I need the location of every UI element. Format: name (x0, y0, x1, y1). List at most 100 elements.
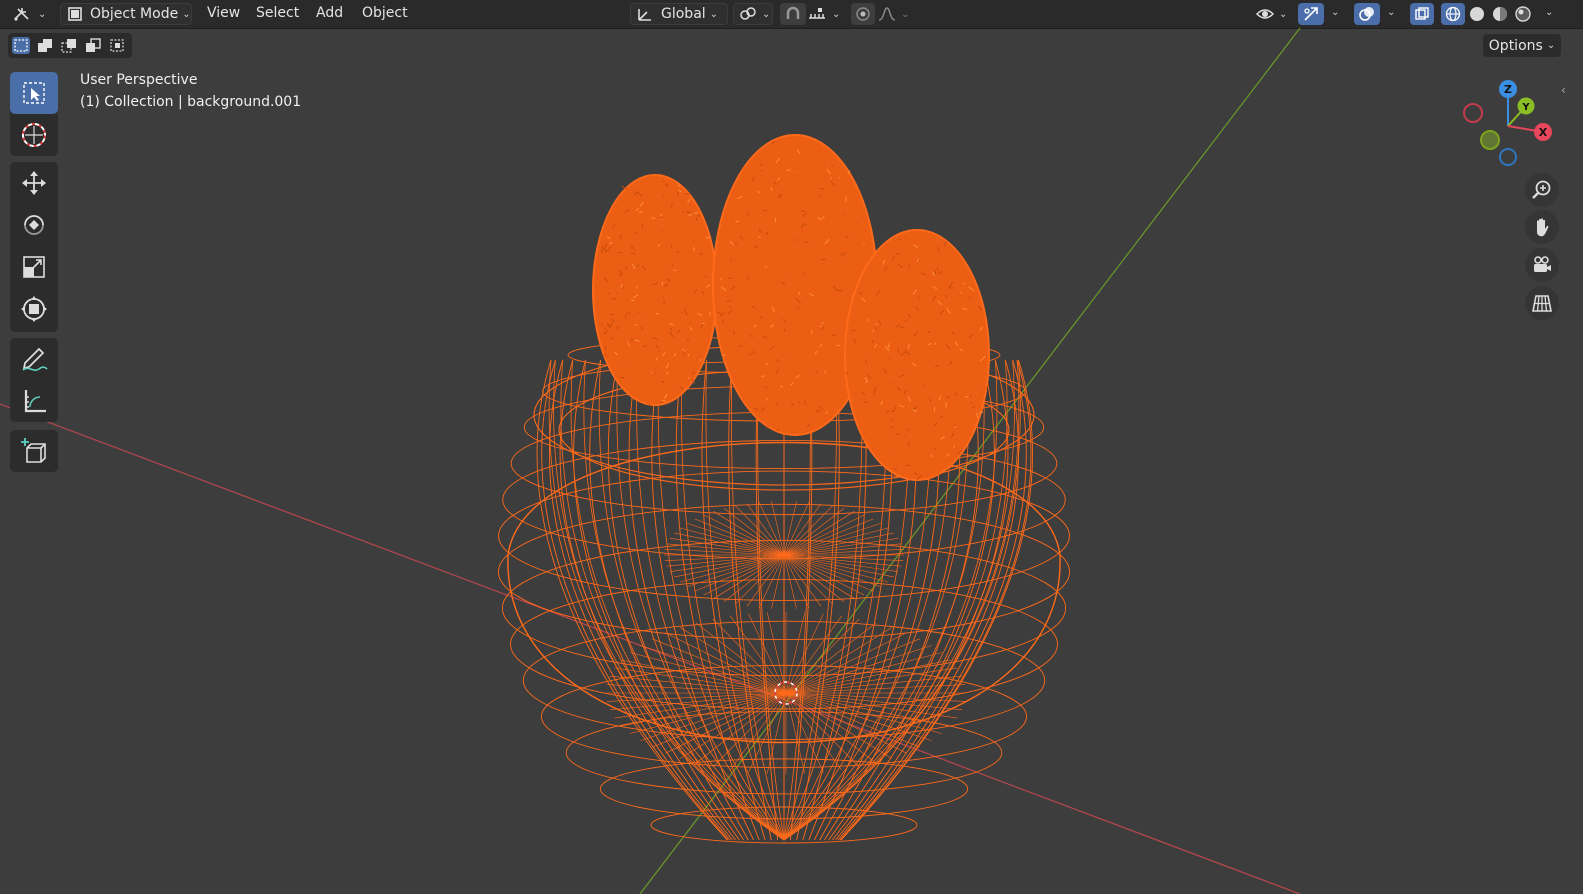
menu-view[interactable]: View (207, 5, 240, 21)
eye-icon (1255, 5, 1275, 23)
editor-type-selector[interactable]: ⌄ (12, 3, 52, 25)
gizmo-neg-y-icon (1481, 131, 1499, 149)
shading-rendered-button[interactable] (1512, 3, 1534, 25)
toolbar-group-transform (10, 162, 58, 332)
measure-icon (20, 387, 48, 415)
zoom-button[interactable] (1525, 173, 1559, 207)
mode-selector[interactable]: Object Mode ⌄ (60, 3, 192, 25)
chevron-down-icon: ⌄ (182, 9, 190, 20)
annotate-icon (19, 345, 49, 373)
select-intersect-icon[interactable] (108, 37, 126, 54)
menu-add[interactable]: Add (316, 5, 343, 21)
svg-text:X: X (1539, 126, 1548, 139)
rotate-tool[interactable] (10, 204, 58, 246)
chevron-down-icon: ⌄ (1279, 9, 1287, 20)
chevron-down-icon: ⌄ (1547, 40, 1555, 51)
transform-icon (20, 295, 48, 323)
transform-orientation-dropdown[interactable]: Global ⌄ (630, 3, 728, 25)
perspective-label: User Perspective (80, 72, 197, 88)
options-label: Options (1489, 38, 1543, 54)
proportional-edit-icon (854, 5, 872, 23)
svg-text:Z: Z (1504, 83, 1512, 96)
magnet-icon (784, 5, 802, 23)
select-extend-icon[interactable] (36, 37, 54, 54)
camera-icon (1531, 254, 1553, 276)
orientation-label: Global (661, 6, 706, 22)
object-mode-icon (65, 5, 85, 23)
solid-sphere-icon (1469, 6, 1485, 22)
falloff-curve-icon (877, 5, 897, 23)
selection-mode-bar (8, 33, 132, 58)
transform-tool[interactable] (10, 288, 58, 330)
select-box-icon (21, 80, 47, 106)
scale-icon (20, 253, 48, 281)
xray-toggle[interactable] (1410, 3, 1434, 25)
select-box-tool[interactable] (10, 72, 58, 114)
snap-increment-icon (806, 5, 828, 23)
chevron-down-icon: ⌄ (710, 9, 718, 20)
overlays-toggle[interactable] (1354, 3, 1380, 25)
menu-object[interactable]: Object (362, 5, 408, 21)
cursor-tool[interactable] (10, 114, 58, 156)
cursor-icon (19, 120, 49, 150)
snap-target-dropdown[interactable]: ⌄ (806, 3, 846, 25)
shading-wireframe-button[interactable] (1441, 3, 1465, 25)
hand-icon (1531, 216, 1553, 238)
shading-solid-button[interactable] (1466, 3, 1488, 25)
rotate-icon (20, 211, 48, 239)
overlays-icon (1358, 5, 1376, 23)
toolbar-group-add (10, 430, 58, 472)
origin-cursor (775, 682, 797, 704)
add-cube-icon (19, 436, 49, 466)
xray-icon (1414, 6, 1430, 22)
move-icon (20, 169, 48, 197)
orientation-icon (635, 5, 655, 23)
x-axis-line (0, 404, 1300, 894)
add-cube-tool[interactable] (10, 430, 58, 472)
grid-icon (1531, 292, 1553, 314)
gizmo-neg-x-icon (1464, 104, 1482, 122)
zoom-icon (1531, 179, 1553, 201)
mode-label: Object Mode (90, 6, 178, 22)
annotate-tool[interactable] (10, 338, 58, 380)
header-bar: ⌄ Object Mode ⌄ View Select Add Object G… (0, 0, 1583, 29)
pivot-point-dropdown[interactable]: ⌄ (733, 3, 773, 25)
wireframe-sphere-icon (1445, 6, 1461, 22)
options-dropdown[interactable]: Options ⌄ (1483, 34, 1561, 57)
gizmo-icon (1302, 5, 1320, 23)
falloff-dropdown[interactable]: ⌄ (877, 3, 913, 25)
viewport-scene[interactable] (0, 0, 1583, 894)
svg-text:Y: Y (1521, 102, 1530, 113)
ortho-toggle-button[interactable] (1525, 286, 1559, 320)
sidebar-toggle-icon[interactable]: ‹ (1561, 83, 1566, 97)
chevron-down-icon: ⌄ (38, 9, 46, 20)
proportional-editing-toggle[interactable] (851, 3, 875, 25)
select-subtract-icon[interactable] (60, 37, 78, 54)
shading-chevron-down-icon[interactable]: ⌄ (1545, 7, 1553, 18)
material-sphere-icon (1492, 6, 1508, 22)
bowl-wireframe (498, 337, 1069, 843)
select-invert-icon[interactable] (84, 37, 102, 54)
menu-select[interactable]: Select (256, 5, 299, 21)
move-tool[interactable] (10, 162, 58, 204)
toolbar-group-select (10, 72, 58, 156)
visibility-dropdown[interactable]: ⌄ (1255, 3, 1291, 25)
plant-wireframe (593, 135, 989, 480)
collection-label: (1) Collection | background.001 (80, 94, 301, 110)
gizmo-chevron-down-icon[interactable]: ⌄ (1331, 7, 1339, 18)
camera-view-button[interactable] (1525, 248, 1559, 282)
shading-material-button[interactable] (1489, 3, 1511, 25)
overlays-chevron-down-icon[interactable]: ⌄ (1387, 7, 1395, 18)
rendered-sphere-icon (1515, 6, 1531, 22)
navigation-gizmo[interactable]: Z Y X (1460, 78, 1560, 178)
pivot-icon (738, 5, 758, 23)
select-new-icon[interactable] (12, 37, 30, 54)
y-axis-line (640, 28, 1300, 894)
gizmo-toggle[interactable] (1298, 3, 1324, 25)
chevron-down-icon: ⌄ (901, 9, 909, 20)
scale-tool[interactable] (10, 246, 58, 288)
snap-toggle[interactable] (780, 3, 806, 25)
pan-button[interactable] (1525, 210, 1559, 244)
measure-tool[interactable] (10, 380, 58, 422)
gizmo-neg-z-icon (1500, 149, 1516, 165)
